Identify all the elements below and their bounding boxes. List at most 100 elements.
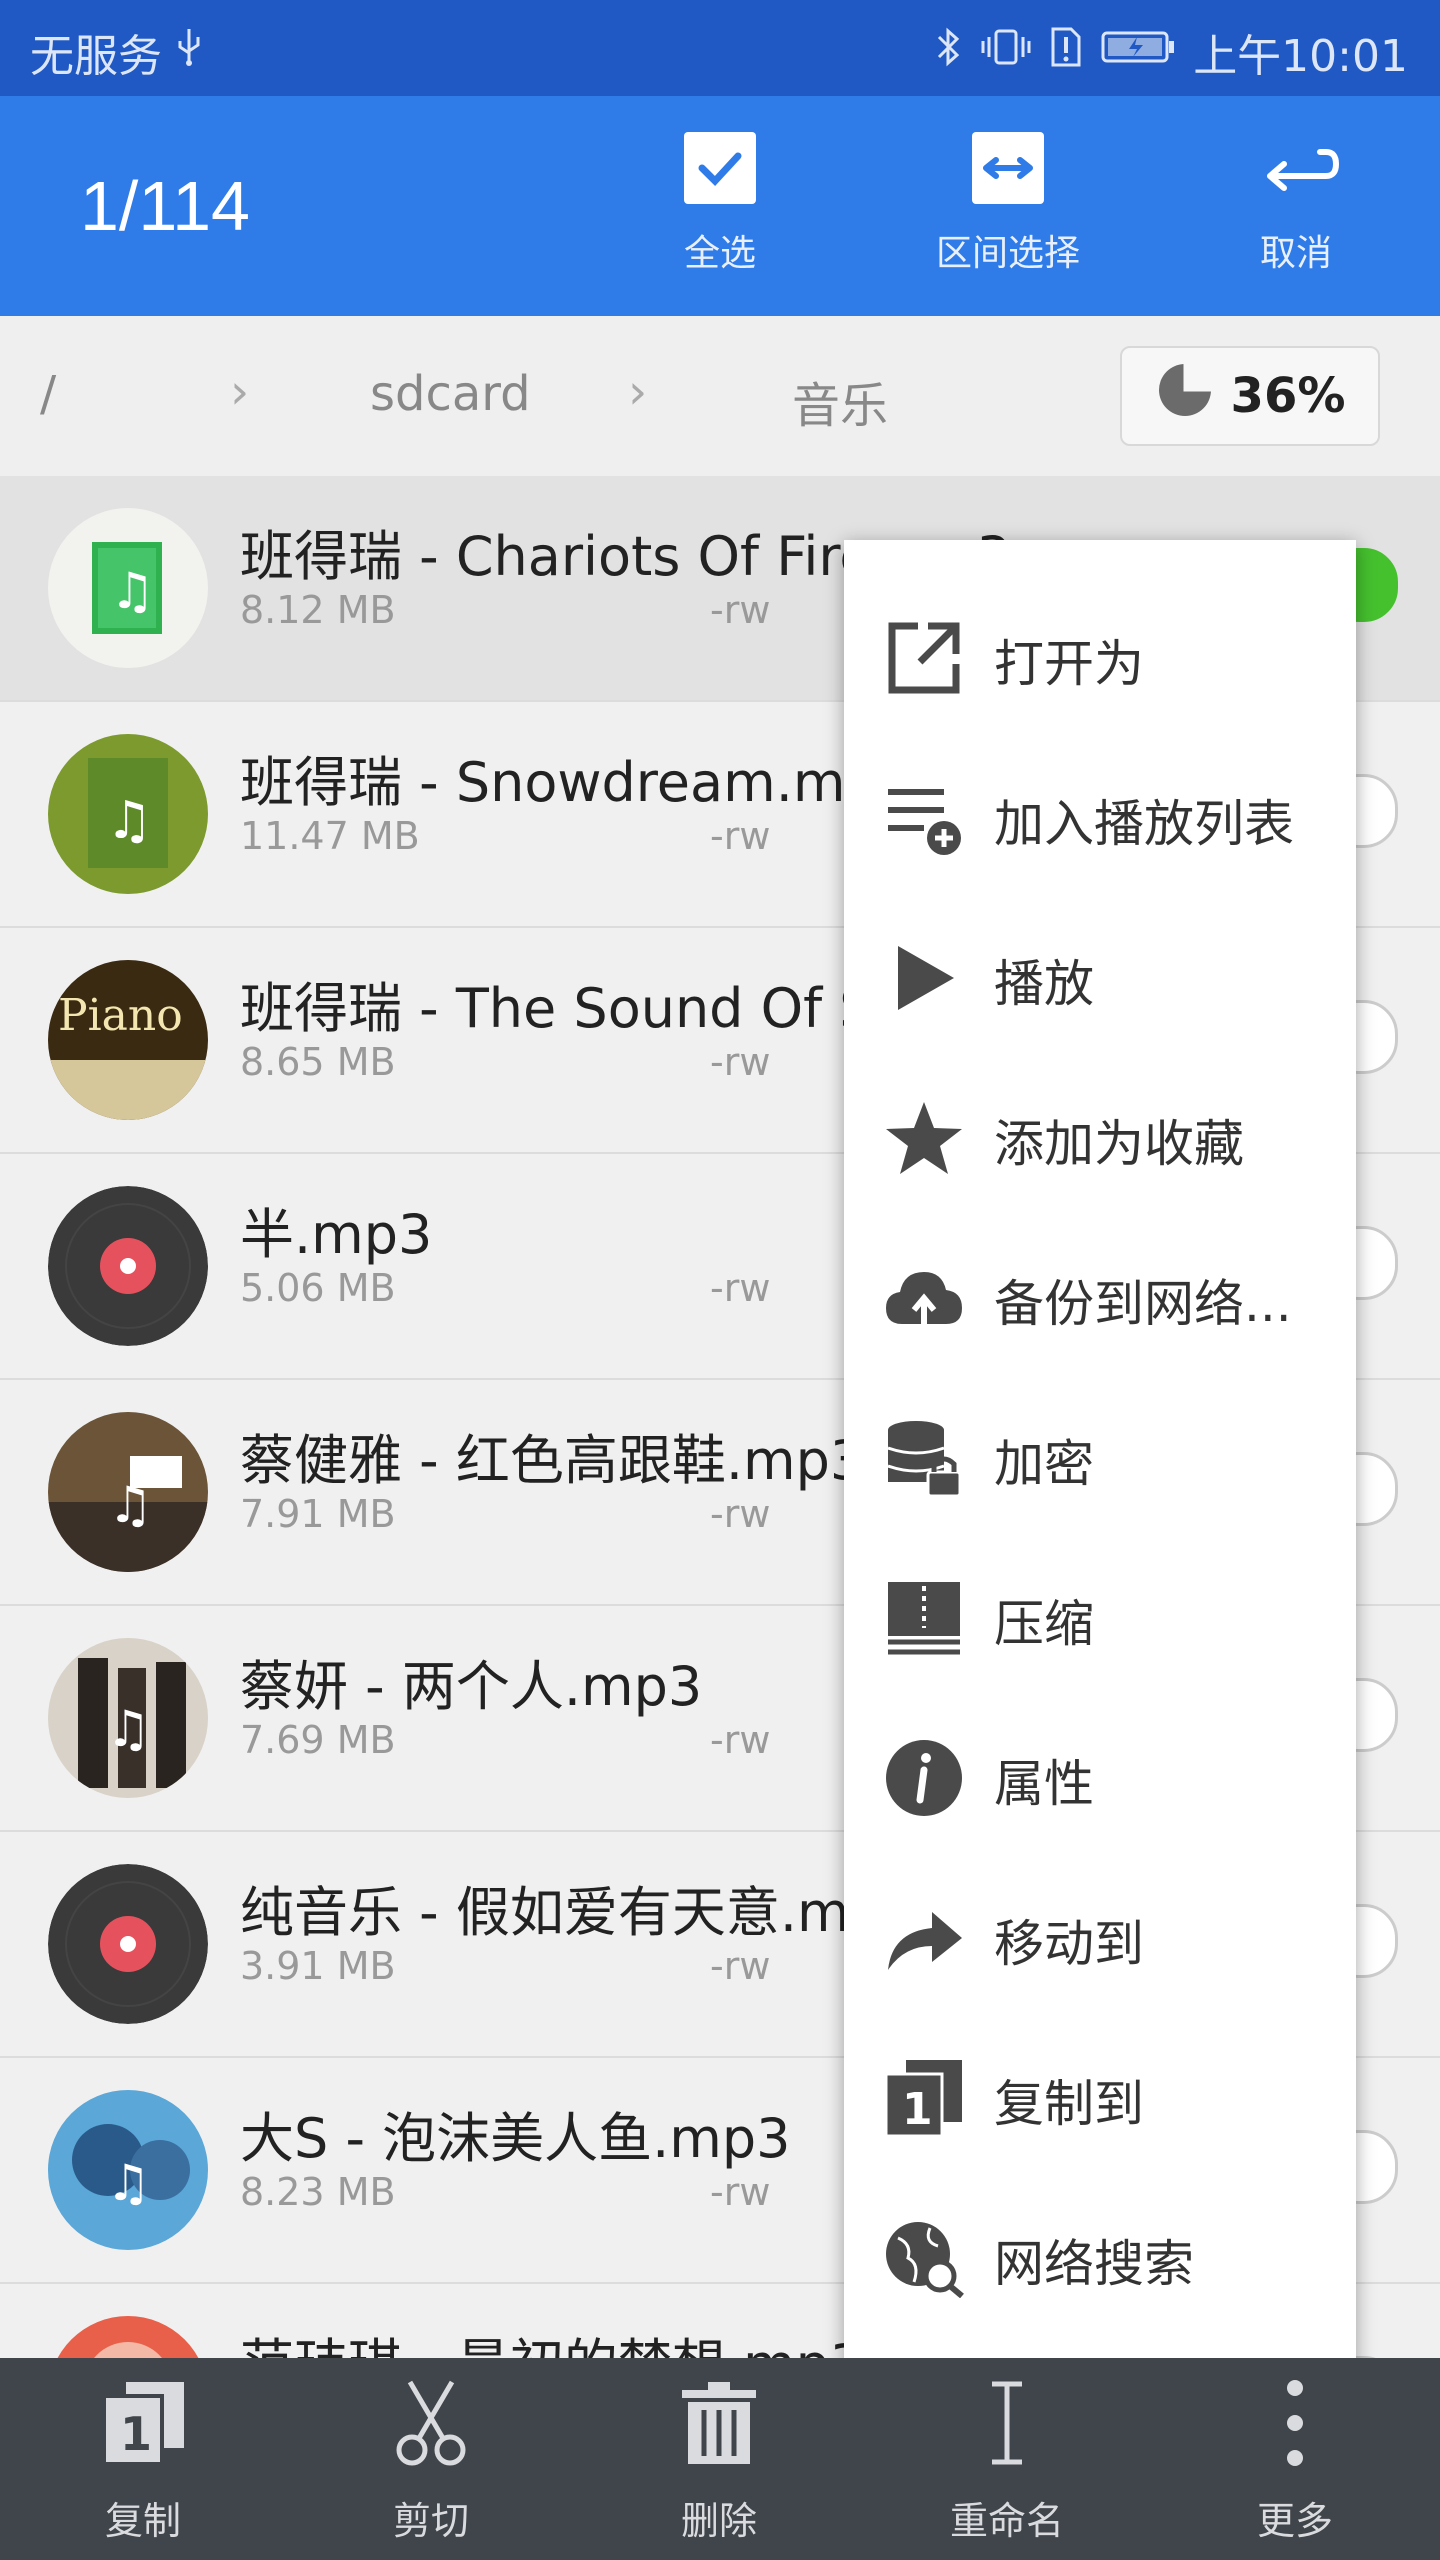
more-button[interactable]: 更多 [1195, 2378, 1395, 2545]
menu-item-backup[interactable]: 备份到网络... [844, 1206, 1356, 1366]
menu-item-label: 打开为 [994, 635, 1144, 693]
web-search-icon [884, 2218, 964, 2299]
rename-label: 重命名 [949, 2499, 1064, 2543]
chevron-right-icon: › [628, 364, 648, 420]
add-playlist-icon [884, 778, 964, 858]
move-to-icon [884, 1898, 964, 1978]
cut-label: 剪切 [392, 2499, 469, 2543]
menu-item-play[interactable]: 播放 [844, 886, 1356, 1046]
svg-text:1: 1 [120, 2407, 152, 2461]
file-permission: -rw [710, 588, 771, 632]
selection-count: 1/114 [80, 167, 250, 245]
album-art-thumbnail: ♫ [48, 508, 208, 668]
file-size: 3.91 MB [240, 1944, 396, 1988]
breadcrumb-sdcard[interactable]: sdcard [370, 366, 531, 422]
menu-item-label: 播放 [994, 955, 1094, 1013]
svg-text:Piano: Piano [58, 990, 183, 1041]
status-bar: 无服务 上午10:01 [0, 0, 1440, 96]
file-permission: -rw [710, 1944, 771, 1988]
album-art-thumbnail: ♫ [48, 1638, 208, 1798]
svg-text:♫: ♫ [106, 2154, 151, 2212]
menu-item-add-playlist[interactable]: 加入播放列表 [844, 726, 1356, 886]
file-name: 班得瑞 - Snowdream.mp3 [240, 751, 915, 814]
cloud-upload-icon [884, 1258, 964, 1338]
select-all-icon [684, 132, 756, 204]
star-icon [884, 1098, 964, 1178]
play-icon [884, 938, 964, 1018]
cut-button[interactable]: 剪切 [331, 2378, 531, 2545]
breadcrumb-root[interactable]: / [40, 366, 56, 422]
storage-usage-button[interactable]: 36% [1120, 346, 1380, 446]
menu-item-label: 添加为收藏 [994, 1115, 1244, 1173]
compress-icon [884, 1578, 964, 1658]
more-icon [1250, 2378, 1340, 2468]
cancel-label: 取消 [1259, 233, 1332, 274]
delete-button[interactable]: 删除 [619, 2378, 819, 2545]
select-all-button[interactable]: 全选 [620, 132, 820, 276]
open-as-icon [884, 618, 964, 698]
file-name: 蔡健雅 - 红色高跟鞋.mp3 [240, 1429, 865, 1492]
encrypt-icon [884, 1418, 964, 1498]
breadcrumb-music[interactable]: 音乐 [792, 366, 888, 436]
menu-item-label: 压缩 [994, 1595, 1094, 1653]
file-size: 11.47 MB [240, 814, 420, 858]
menu-item-compress[interactable]: 压缩 [844, 1526, 1356, 1686]
file-permission: -rw [710, 1718, 771, 1762]
file-permission: -rw [710, 814, 771, 858]
vibrate-icon [981, 25, 1031, 80]
file-permission: -rw [710, 2170, 771, 2214]
menu-item-properties[interactable]: 属性 [844, 1686, 1356, 1846]
file-name: 纯音乐 - 假如爱有天意.mp3 [240, 1881, 919, 1944]
menu-item-label: 属性 [994, 1755, 1094, 1813]
info-icon [884, 1738, 964, 1818]
file-size: 7.69 MB [240, 1718, 396, 1762]
menu-item-web-search[interactable]: 网络搜索 [844, 2166, 1356, 2326]
copy-label: 复制 [104, 2499, 181, 2543]
file-permission: -rw [710, 1492, 771, 1536]
bottom-action-bar: 1 复制 剪切 删除 重命名 更多 [0, 2358, 1440, 2560]
album-art-thumbnail: ♫ [48, 2090, 208, 2250]
album-art-thumbnail: ♫ [48, 734, 208, 894]
usb-icon [174, 27, 204, 78]
file-size: 8.65 MB [240, 1040, 396, 1084]
menu-item-move-to[interactable]: 移动到 [844, 1846, 1356, 2006]
menu-item-favorite[interactable]: 添加为收藏 [844, 1046, 1356, 1206]
file-name: 大S - 泡沫美人鱼.mp3 [240, 2107, 791, 2170]
file-size: 5.06 MB [240, 1266, 396, 1310]
cancel-return-icon [1260, 132, 1340, 204]
svg-text:♫: ♫ [106, 1700, 151, 1758]
range-select-button[interactable]: 区间选择 [908, 132, 1108, 276]
menu-item-copy-to[interactable]: 1 复制到 [844, 2006, 1356, 2166]
selection-toolbar: 1/114 全选 区间选择 取消 [0, 96, 1440, 316]
context-menu: 打开为 加入播放列表 播放 添加为收藏 备份到网络... 加密 压缩 属性 移动… [844, 540, 1356, 2374]
select-all-label: 全选 [683, 233, 756, 274]
range-select-label: 区间选择 [935, 233, 1080, 274]
menu-item-label: 备份到网络... [994, 1275, 1292, 1333]
file-size: 8.23 MB [240, 2170, 396, 2214]
rename-button[interactable]: 重命名 [907, 2378, 1107, 2545]
sim-alert-icon [1049, 25, 1083, 80]
album-art-thumbnail: ♫ [48, 1412, 208, 1572]
copy-button[interactable]: 1 复制 [43, 2378, 243, 2545]
cancel-button[interactable]: 取消 [1196, 132, 1396, 276]
menu-item-label: 加密 [994, 1435, 1094, 1493]
vinyl-record-icon [48, 1186, 208, 1346]
cut-icon [386, 2378, 476, 2468]
range-select-icon [972, 132, 1044, 204]
copy-icon: 1 [98, 2378, 188, 2468]
menu-item-label: 加入播放列表 [994, 795, 1294, 853]
storage-percent: 36% [1230, 368, 1346, 424]
bluetooth-icon [933, 25, 963, 80]
menu-item-encrypt[interactable]: 加密 [844, 1366, 1356, 1526]
svg-text:♫: ♫ [106, 791, 153, 851]
svg-text:1: 1 [902, 2084, 933, 2135]
file-name: 蔡妍 - 两个人.mp3 [240, 1655, 703, 1718]
vinyl-record-icon [48, 1864, 208, 2024]
svg-text:♫: ♫ [108, 1476, 153, 1534]
file-permission: -rw [710, 1040, 771, 1084]
clock-text: 上午10:01 [1193, 31, 1408, 82]
delete-label: 删除 [680, 2499, 757, 2543]
menu-item-open-as[interactable]: 打开为 [844, 566, 1356, 726]
more-label: 更多 [1256, 2499, 1333, 2543]
svg-text:♫: ♫ [110, 562, 155, 620]
